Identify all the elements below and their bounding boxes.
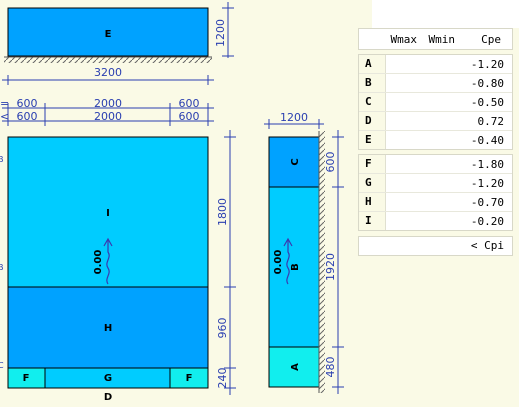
elevation-width-dim: 3200	[94, 66, 122, 79]
main-edge-mark-1: B	[0, 155, 4, 164]
side-width-dim: 1200	[280, 111, 308, 124]
plan-row1-dim-1: 600	[17, 97, 38, 110]
side-dim-600: 600	[324, 152, 337, 173]
cpe-row-id: D	[359, 112, 386, 130]
main-edge-mark-3: C	[0, 361, 4, 370]
cpe-row-id: B	[359, 74, 386, 92]
main-dim-240: 240	[216, 368, 229, 389]
plan-row2-dim-3: 600	[179, 110, 200, 123]
cpe-row-value: -0.50	[470, 95, 504, 109]
plan-row2-dim-2: 2000	[94, 110, 122, 123]
cpe-panel: Wmax Wmin Cpe A -1.20 B -0.80 C -0.50 D 0.72…	[358, 28, 513, 256]
plan-dimensions: 600 2000 600 600 2000 600 = <	[0, 97, 214, 126]
cpe-header-row: Wmax Wmin Cpe	[358, 28, 513, 50]
cpe-row-value: -0.70	[470, 195, 504, 209]
main-dim-960: 960	[216, 318, 229, 339]
zone-c-label: C	[290, 158, 301, 165]
cpe-row[interactable]: A -1.20	[359, 55, 512, 74]
cpe-row[interactable]: B -0.80	[359, 74, 512, 93]
cpe-row-value: -1.80	[470, 157, 504, 171]
cpe-row[interactable]: H -0.70	[359, 193, 512, 212]
elevation-height-dim: 1200	[214, 19, 227, 47]
main-view: I H F G F D 0.00 B B C 1800 960 240	[0, 130, 236, 403]
zone-h-label: H	[104, 323, 112, 334]
cpe-row[interactable]: C -0.50	[359, 93, 512, 112]
zone-f-right-label: F	[186, 373, 193, 384]
cpe-group-1: A -1.20 B -0.80 C -0.50 D 0.72 E -0.40	[358, 54, 513, 150]
side-dim-480: 480	[324, 357, 337, 378]
side-dim-1920: 1920	[324, 253, 337, 281]
zone-f-left-label: F	[23, 373, 30, 384]
cpe-row-id: E	[359, 131, 386, 149]
zone-b-label: B	[290, 263, 301, 271]
cpe-row-id: I	[359, 212, 386, 230]
main-dim-1800: 1800	[216, 198, 229, 226]
header-cpe: Cpe	[481, 32, 501, 46]
plan-row1-dim-2: 2000	[94, 97, 122, 110]
cpe-row[interactable]: F -1.80	[359, 155, 512, 174]
ground-hatch	[4, 57, 212, 63]
cpe-row[interactable]: E -0.40	[359, 131, 512, 149]
main-edge-mark-2: B	[0, 263, 4, 272]
cpi-field[interactable]: < Cpi	[358, 236, 513, 256]
cpe-row-id: F	[359, 155, 386, 173]
cpe-row[interactable]: D 0.72	[359, 112, 512, 131]
zone-a-label: A	[290, 363, 301, 371]
zone-g-label: G	[104, 373, 112, 384]
cpe-row-value: -1.20	[470, 176, 504, 190]
cpe-row-id: C	[359, 93, 386, 111]
cpe-row-id: G	[359, 174, 386, 192]
cpe-row-value: -0.80	[470, 76, 504, 90]
cpe-row-value: -1.20	[470, 57, 504, 71]
cpe-row[interactable]: I -0.20	[359, 212, 512, 230]
cpe-group-2: F -1.80 G -1.20 H -0.70 I -0.20	[358, 154, 513, 231]
plan-row2-dim-1: 600	[17, 110, 38, 123]
zone-i-label: I	[106, 208, 110, 219]
cpe-row-value: -0.40	[470, 133, 504, 147]
elevation-view: E 1200 3200	[2, 2, 234, 85]
header-wmax: Wmax	[390, 32, 418, 46]
plan-row1-dim-3: 600	[179, 97, 200, 110]
header-wmin: Wmin	[428, 32, 456, 46]
cpe-row-value: -0.20	[470, 214, 504, 228]
cpe-row[interactable]: G -1.20	[359, 174, 512, 193]
cpe-row-id: H	[359, 193, 386, 211]
cpe-row-value: 0.72	[477, 114, 505, 128]
side-level-label: 0.00	[273, 250, 284, 275]
plan-left-mark-2: <	[0, 110, 9, 123]
side-view: 1200 C B A 0.00 600 1920 480	[264, 111, 344, 394]
main-level-label: 0.00	[93, 250, 104, 275]
cpe-row-id: A	[359, 55, 386, 73]
plan-left-mark-1: =	[0, 97, 9, 110]
zone-d-label: D	[104, 392, 112, 403]
zone-e-label: E	[105, 29, 112, 40]
